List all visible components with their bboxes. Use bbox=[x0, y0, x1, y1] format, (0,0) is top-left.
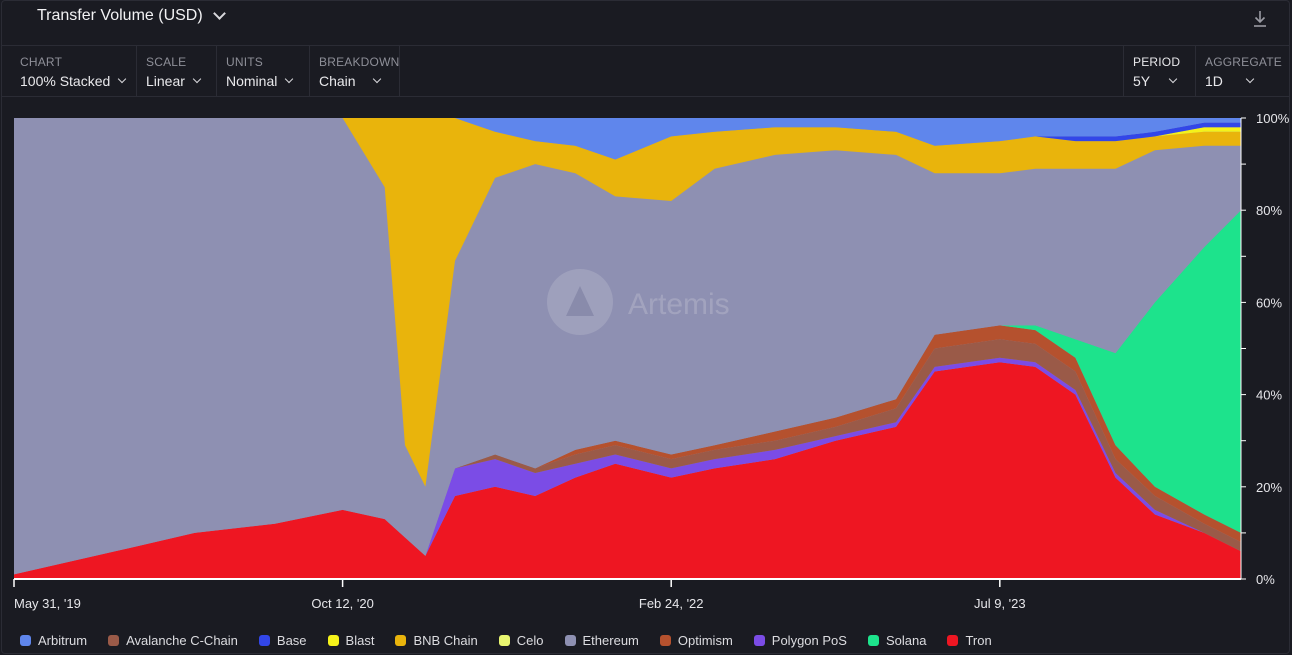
chart-header: Transfer Volume (USD) bbox=[2, 1, 1289, 46]
chart-type-label: CHART bbox=[20, 55, 63, 69]
chart-type-value: 100% Stacked bbox=[20, 73, 111, 89]
aggregate-select[interactable]: AGGREGATE 1D bbox=[1196, 46, 1288, 96]
legend-label: Polygon PoS bbox=[771, 632, 847, 648]
legend-swatch bbox=[327, 634, 339, 646]
download-icon[interactable] bbox=[1251, 9, 1269, 29]
legend-swatch bbox=[753, 634, 765, 646]
y-tick-label: 80% bbox=[1256, 203, 1282, 218]
chevron-down-icon bbox=[118, 74, 127, 84]
legend-item-arbitrum[interactable]: Arbitrum bbox=[20, 633, 87, 648]
breakdown-value: Chain bbox=[319, 73, 356, 89]
chevron-down-icon bbox=[1245, 74, 1255, 84]
y-tick-label: 60% bbox=[1256, 295, 1282, 310]
legend-swatch bbox=[20, 634, 31, 646]
period-select[interactable]: PERIOD 5Y bbox=[1123, 46, 1196, 96]
chevron-down-icon bbox=[192, 74, 202, 84]
legend-label: BNB Chain bbox=[413, 632, 478, 648]
legend-swatch bbox=[659, 634, 671, 646]
breakdown-label: BREAKDOWN bbox=[319, 55, 400, 69]
legend-label: Tron bbox=[965, 632, 992, 648]
legend-item-polygon-pos[interactable]: Polygon PoS bbox=[753, 632, 847, 648]
scale-select[interactable]: SCALE Linear bbox=[137, 46, 217, 96]
legend-label: Base bbox=[276, 632, 307, 648]
period-label: PERIOD bbox=[1133, 55, 1181, 69]
x-tick-label: Oct 12, '20 bbox=[311, 596, 373, 611]
legend-label: Optimism bbox=[677, 632, 733, 648]
scale-value: Linear bbox=[146, 73, 185, 89]
legend-label: Arbitrum bbox=[38, 632, 88, 648]
legend-item-base[interactable]: Base bbox=[258, 632, 307, 648]
x-tick-label: Jul 9, '23 bbox=[974, 596, 1026, 611]
chart-controls: CHART 100% Stacked SCALE Linear UNITS No… bbox=[2, 46, 1289, 97]
chevron-down-icon bbox=[212, 7, 226, 20]
period-value: 5Y bbox=[1133, 73, 1151, 89]
legend-label: Ethereum bbox=[582, 632, 639, 648]
scale-label: SCALE bbox=[146, 55, 187, 69]
legend-item-solana[interactable]: Solana bbox=[867, 632, 927, 648]
legend-swatch bbox=[947, 634, 959, 646]
legend-label: Celo bbox=[516, 632, 544, 648]
legend-swatch bbox=[867, 634, 879, 646]
chart-title: Transfer Volume (USD) bbox=[37, 7, 203, 24]
legend-swatch bbox=[498, 634, 510, 646]
legend-swatch bbox=[564, 634, 576, 646]
legend-item-ethereum[interactable]: Ethereum bbox=[564, 632, 639, 648]
x-tick-label: May 31, '19 bbox=[14, 596, 81, 611]
chart-legend: Arbitrum Avalanche C-Chain Base Blast BNB Ch… bbox=[20, 630, 1013, 650]
aggregate-value: 1D bbox=[1205, 73, 1223, 89]
aggregate-label: AGGREGATE bbox=[1205, 55, 1282, 69]
units-label: UNITS bbox=[226, 55, 263, 69]
legend-label: Blast bbox=[345, 632, 375, 648]
y-tick-label: 100% bbox=[1256, 111, 1290, 126]
legend-item-tron[interactable]: Tron bbox=[947, 632, 992, 648]
y-tick-label: 40% bbox=[1256, 388, 1282, 403]
units-select[interactable]: UNITS Nominal bbox=[217, 46, 310, 96]
plot-area: Artemis 0% 20% 40% 60% 80% 100% May 31, '19 Oct… bbox=[0, 96, 1292, 616]
units-value: Nominal bbox=[226, 73, 278, 89]
legend-swatch bbox=[258, 634, 270, 646]
breakdown-select[interactable]: BREAKDOWN Chain bbox=[310, 46, 400, 96]
legend-label: Avalanche C-Chain bbox=[126, 632, 238, 648]
chevron-down-icon bbox=[285, 74, 294, 84]
watermark-text: Artemis bbox=[628, 288, 730, 321]
stacked-area-chart: Artemis 0% 20% 40% 60% 80% 100% May 31, '19 Oct… bbox=[13, 111, 1290, 611]
chevron-down-icon bbox=[372, 74, 381, 84]
legend-item-bnb-chain[interactable]: BNB Chain bbox=[395, 632, 478, 648]
legend-swatch bbox=[395, 634, 407, 646]
legend-label: Solana bbox=[885, 632, 927, 648]
chart-title-dropdown[interactable]: Transfer Volume (USD) bbox=[37, 7, 226, 25]
legend-swatch bbox=[108, 634, 120, 646]
y-tick-label: 0% bbox=[1256, 572, 1275, 587]
chevron-down-icon bbox=[1168, 74, 1178, 84]
legend-item-blast[interactable]: Blast bbox=[327, 632, 375, 648]
legend-item-avalanche-c-chain[interactable]: Avalanche C-Chain bbox=[108, 633, 238, 648]
legend-item-celo[interactable]: Celo bbox=[498, 632, 544, 648]
chart-type-select[interactable]: CHART 100% Stacked bbox=[11, 46, 137, 96]
legend-item-optimism[interactable]: Optimism bbox=[659, 632, 733, 648]
x-tick-label: Feb 24, '22 bbox=[639, 596, 704, 611]
y-tick-label: 20% bbox=[1256, 480, 1282, 495]
